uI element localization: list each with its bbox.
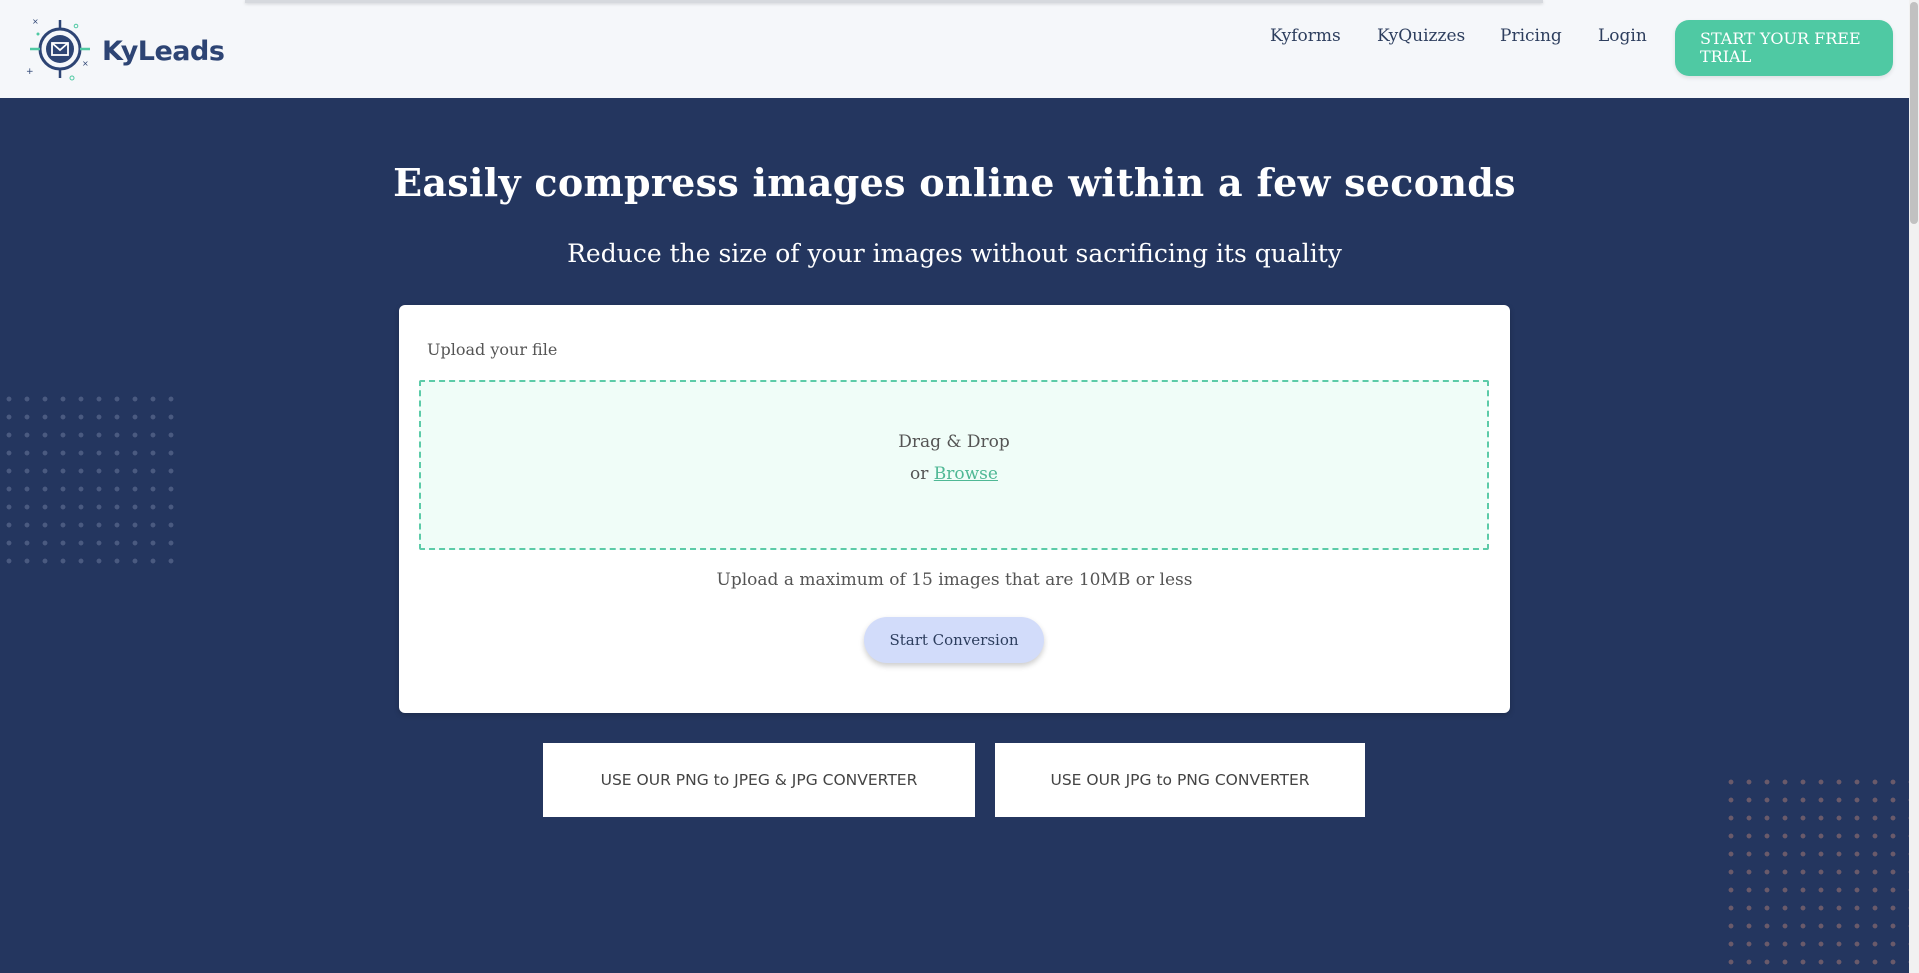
drag-drop-text: Drag & Drop [898,432,1010,452]
nav-link-login[interactable]: Login [1598,26,1647,46]
logo-text: KyLeads [102,35,225,67]
upload-label: Upload your file [427,340,558,359]
png-to-jpg-converter-button[interactable]: USE OUR PNG to JPEG & JPG CONVERTER [543,743,975,817]
header-shadow-bar [245,0,1543,3]
svg-text:×: × [82,59,89,68]
page-scrollbar[interactable] [1909,0,1919,973]
start-free-trial-button[interactable]: START YOUR FREE TRIAL [1675,20,1893,76]
nav-link-kyquizzes[interactable]: KyQuizzes [1377,26,1465,46]
upload-limit-text: Upload a maximum of 15 images that are 1… [716,570,1193,590]
start-conversion-button[interactable]: Start Conversion [864,617,1044,663]
logo[interactable]: × × + KyLeads [24,16,225,86]
page-subtitle: Reduce the size of your images without s… [567,239,1342,268]
svg-text:×: × [32,17,39,26]
nav-link-pricing[interactable]: Pricing [1500,26,1562,46]
or-text: or [910,464,929,484]
nav-link-kyforms[interactable]: Kyforms [1270,26,1341,46]
site-header: × × + KyLeads Kyforms KyQuizzes Pricing … [0,0,1909,98]
file-dropzone[interactable]: Drag & Drop or Browse [419,380,1489,550]
svg-text:+: + [26,67,34,77]
envelope-target-icon: × × + [24,16,96,86]
browse-link[interactable]: Browse [934,464,998,484]
page-title: Easily compress images online within a f… [393,160,1516,205]
jpg-to-png-converter-button[interactable]: USE OUR JPG to PNG CONVERTER [995,743,1365,817]
scrollbar-thumb[interactable] [1910,2,1918,224]
decorative-dots-left [0,390,184,576]
or-browse-line: or Browse [421,464,1487,484]
decorative-dots-right [1722,773,1909,973]
upload-card: Upload your file Drag & Drop or Browse U… [399,305,1510,713]
